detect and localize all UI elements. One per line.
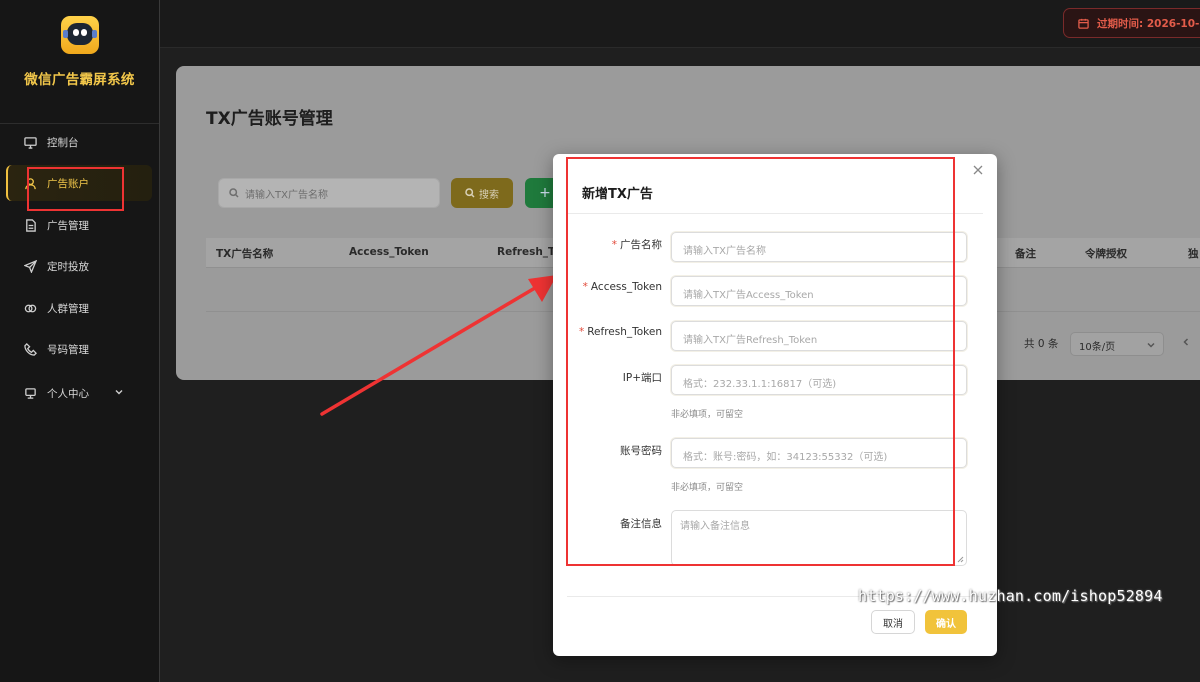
close-icon	[973, 165, 983, 175]
column-header-remark: 备注	[1015, 248, 1036, 260]
cancel-button[interactable]: 取消	[871, 610, 915, 634]
group-icon	[24, 304, 37, 312]
field-label-account-password: 账号密码	[620, 445, 662, 457]
required-mark: *	[611, 239, 617, 251]
sidebar-item-ad-management[interactable]: 广告管理	[0, 207, 160, 243]
modal-close-button[interactable]	[973, 165, 985, 177]
chevron-down-icon	[1147, 342, 1155, 348]
account-password-input[interactable]: 格式：账号:密码，如：34123:55332（可选)	[671, 438, 967, 468]
search-placeholder: 请输入TX广告名称	[245, 189, 328, 201]
sidebar-item-label: 广告管理	[47, 219, 89, 232]
column-header-access-token: Access_Token	[349, 246, 429, 258]
chevron-left-icon	[1183, 338, 1189, 346]
sidebar-item-dashboard[interactable]: 控制台	[0, 124, 160, 160]
calendar-icon	[1078, 18, 1089, 29]
remark-placeholder: 请输入备注信息	[680, 521, 750, 532]
sidebar-item-audience[interactable]: 人群管理	[0, 290, 160, 326]
field-label-refresh-token: * Refresh_Token	[578, 326, 662, 338]
sidebar-item-ad-accounts[interactable]: 广告账户	[6, 165, 152, 201]
account-password-hint: 非必填项，可留空	[671, 483, 744, 493]
column-header-more: 独	[1188, 248, 1199, 260]
page-size-select[interactable]: 10条/页	[1070, 332, 1164, 356]
field-label-access-token: * Access_Token	[582, 281, 662, 293]
monitor-icon	[24, 136, 37, 149]
search-input[interactable]: 请输入TX广告名称	[218, 178, 440, 208]
pagination-total: 共 0 条	[1024, 338, 1059, 350]
sidebar-item-label: 人群管理	[47, 302, 89, 315]
search-icon	[229, 188, 239, 198]
modal-title: 新增TX广告	[582, 187, 653, 202]
field-label-ad-name: * 广告名称	[611, 239, 662, 251]
expire-text: 过期时间: 2026-10-2	[1097, 17, 1200, 30]
app-title: 微信广告霸屏系统	[24, 72, 135, 88]
add-ad-modal: 新增TX广告 * 广告名称 请输入TX广告名称 * Access_Token 请输入…	[553, 154, 997, 656]
page-size-value: 10条/页	[1079, 342, 1116, 353]
required-mark: *	[582, 281, 588, 293]
chevron-down-icon	[115, 390, 123, 395]
ip-port-input[interactable]: 格式：232.33.1.1:16817（可选)	[671, 365, 967, 395]
search-button[interactable]: 搜索	[451, 178, 513, 208]
refresh-token-input[interactable]: 请输入TX广告Refresh_Token	[671, 321, 967, 351]
sidebar-item-label: 个人中心	[47, 387, 89, 400]
field-label-ip-port: IP+端口	[622, 372, 662, 384]
logo-area: 微信广告霸屏系统	[0, 16, 159, 124]
watermark-text: https://www.huzhan.com/ishop52894	[858, 587, 1163, 605]
ip-port-hint: 非必填项，可留空	[671, 410, 744, 420]
profile-icon	[25, 387, 36, 399]
sidebar-item-numbers[interactable]: 号码管理	[0, 331, 160, 367]
robot-logo-icon	[60, 16, 99, 54]
sidebar: 微信广告霸屏系统 控制台 广告账户 广告管理 定时投放 人群管理 号码管理 个人…	[0, 0, 160, 682]
column-header-refresh-token: Refresh_To	[497, 246, 562, 258]
ad-name-input[interactable]: 请输入TX广告名称	[671, 232, 967, 262]
pagination-prev-button[interactable]	[1182, 336, 1192, 348]
confirm-button[interactable]: 确认	[925, 610, 967, 634]
search-button-label: 搜索	[479, 189, 499, 201]
sidebar-item-label: 定时投放	[47, 260, 89, 273]
resize-handle-icon[interactable]	[957, 556, 964, 563]
column-header-token-auth: 令牌授权	[1085, 248, 1127, 260]
field-label-remark: 备注信息	[620, 518, 662, 530]
access-token-input[interactable]: 请输入TX广告Access_Token	[671, 276, 967, 306]
phone-icon	[24, 342, 37, 356]
column-header-name: TX广告名称	[216, 248, 274, 260]
sidebar-item-profile[interactable]: 个人中心	[0, 375, 160, 411]
search-icon	[465, 188, 475, 198]
remark-textarea[interactable]: 请输入备注信息	[671, 510, 967, 566]
required-mark: *	[578, 326, 585, 338]
top-bar: 过期时间: 2026-10-2	[160, 0, 1200, 48]
sidebar-item-scheduled-delivery[interactable]: 定时投放	[0, 248, 160, 284]
user-icon	[25, 177, 36, 189]
modal-divider	[567, 213, 983, 214]
expire-badge: 过期时间: 2026-10-2	[1063, 8, 1200, 38]
send-icon	[24, 259, 37, 273]
document-icon	[26, 218, 36, 232]
sidebar-item-label: 广告账户	[47, 177, 89, 190]
sidebar-item-label: 号码管理	[47, 343, 89, 356]
sidebar-item-label: 控制台	[47, 136, 79, 149]
page-title: TX广告账号管理	[206, 109, 333, 129]
